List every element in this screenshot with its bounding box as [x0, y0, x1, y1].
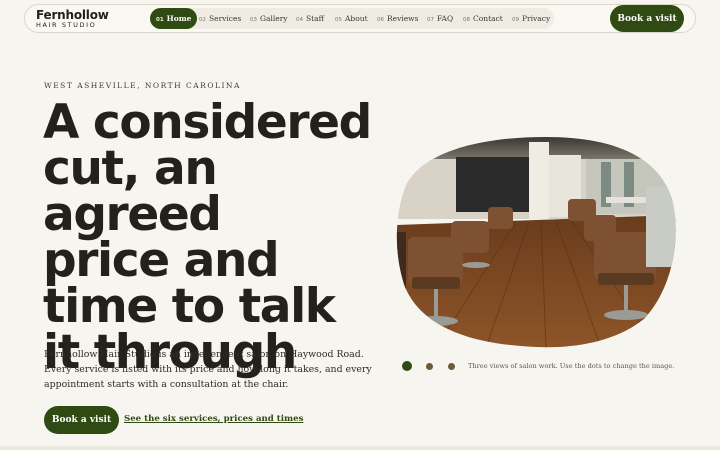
nav-label: Reviews: [387, 14, 419, 23]
headline-line: A considered: [43, 95, 372, 150]
gallery-dot-3[interactable]: [448, 363, 455, 370]
main-nav: 01 Home 02 Services 03 Gallery 04 Staff 05 Ab…: [150, 8, 554, 29]
nav-item-staff[interactable]: 04 Staff: [296, 8, 324, 29]
brand-name: Fernhollow: [36, 8, 109, 22]
nav-label: About: [345, 14, 368, 23]
nav-number: 01: [156, 17, 164, 23]
nav-number: 02: [199, 17, 206, 23]
nav-item-reviews[interactable]: 06 Reviews: [377, 8, 418, 29]
nav-number: 04: [296, 17, 303, 23]
nav-label: Contact: [473, 14, 503, 23]
nav-item-privacy[interactable]: 09 Privacy: [512, 8, 550, 29]
nav-number: 03: [250, 17, 257, 23]
brand-logo[interactable]: Fernhollow HAIR STUDIO: [36, 9, 109, 29]
nav-label: Privacy: [522, 14, 551, 23]
brand-subtitle: HAIR STUDIO: [36, 21, 97, 29]
nav-item-contact[interactable]: 08 Contact: [463, 8, 503, 29]
headline-line: price and: [43, 233, 280, 288]
book-visit-button[interactable]: Book a visit: [44, 406, 119, 434]
headline-line: cut, an agreed: [43, 141, 222, 242]
services-link[interactable]: See the six services, prices and times: [124, 414, 303, 424]
nav-label: Home: [166, 14, 192, 23]
gallery-dot-1[interactable]: [402, 361, 412, 371]
hero-headline: A considered cut, an agreed price and ti…: [43, 95, 393, 376]
headline-line: time to talk: [43, 279, 336, 334]
nav-label: Services: [209, 14, 242, 23]
nav-number: 09: [512, 17, 519, 23]
salon-photo: [396, 137, 676, 348]
nav-label: Staff: [306, 14, 324, 23]
nav-number: 07: [427, 17, 434, 23]
gallery-dot-2[interactable]: [426, 363, 433, 370]
hero-intro: Fernhollow Hair Studio is an independent…: [44, 349, 372, 390]
nav-label: Gallery: [260, 14, 288, 23]
nav-label: FAQ: [437, 14, 454, 23]
nav-number: 05: [335, 17, 342, 23]
book-visit-header-button[interactable]: Book a visit: [610, 5, 684, 32]
section-divider: [0, 446, 720, 450]
nav-item-about[interactable]: 05 About: [335, 8, 368, 29]
nav-number: 06: [377, 17, 384, 23]
nav-item-home[interactable]: 01 Home: [150, 8, 198, 29]
nav-item-gallery[interactable]: 03 Gallery: [250, 8, 288, 29]
nav-number: 08: [463, 17, 470, 23]
gallery-dots: [402, 361, 462, 373]
location-eyebrow: WEST ASHEVILLE, NORTH CAROLINA: [44, 81, 241, 90]
nav-item-services[interactable]: 02 Services: [199, 8, 241, 29]
nav-item-faq[interactable]: 07 FAQ: [427, 8, 453, 29]
gallery-caption: Three views of salon work. Use the dots …: [468, 362, 675, 370]
